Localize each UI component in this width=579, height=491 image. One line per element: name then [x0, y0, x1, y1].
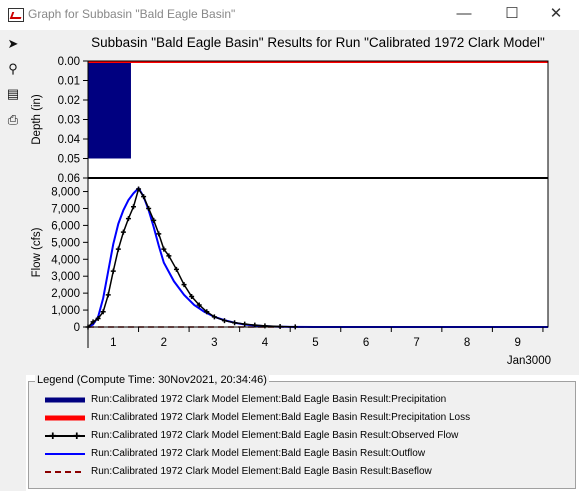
x-period-label: Jan3000	[507, 355, 551, 367]
x-tick-label: 8	[464, 337, 470, 349]
depth-tick-label: 0.05	[58, 154, 80, 166]
legend-label-observed-flow: Run:Calibrated 1972 Clark Model Element:…	[91, 430, 459, 441]
depth-tick-label: 0.06	[58, 173, 80, 185]
window-title: Graph for Subbasin "Bald Eagle Basin"	[28, 7, 236, 21]
chart-title: Subbasin "Bald Eagle Basin" Results for …	[91, 35, 545, 50]
depth-axis-label: Depth (in)	[31, 94, 43, 145]
flow-tick-label: 1,000	[51, 305, 80, 317]
flow-tick-label: 5,000	[51, 237, 80, 249]
graph-app-icon	[8, 8, 24, 22]
flow-axis-label: Flow (cfs)	[31, 227, 43, 277]
svg-text:✚: ✚	[73, 431, 81, 441]
legend-swatch-outflow	[45, 453, 85, 455]
zoom-magnifier-icon[interactable]: ⚲	[3, 59, 23, 79]
chart-area: Subbasin "Bald Eagle Basin" Results for …	[26, 30, 579, 375]
flow-tick-label: 3,000	[51, 271, 80, 283]
legend-label-baseflow: Run:Calibrated 1972 Clark Model Element:…	[91, 466, 432, 477]
maximize-button[interactable]: ☐	[489, 3, 535, 27]
x-tick-label: 1	[110, 337, 116, 349]
x-tick-label: 2	[161, 337, 167, 349]
chart-svg: Subbasin "Bald Eagle Basin" Results for …	[31, 35, 551, 367]
x-tick-label: 4	[262, 337, 269, 349]
legend-panel: Legend (Compute Time: 30Nov2021, 20:34:4…	[28, 374, 576, 489]
depth-tick-label: 0.04	[58, 134, 81, 146]
x-tick-label: 6	[363, 337, 369, 349]
flow-tick-label: 7,000	[51, 203, 80, 215]
x-tick-label: 3	[211, 337, 217, 349]
flow-tick-label: 8,000	[51, 187, 80, 199]
depth-tick-label: 0.00	[58, 56, 80, 68]
depth-tick-label: 0.03	[58, 115, 80, 127]
print-icon[interactable]: ⎙	[3, 110, 23, 130]
depth-tick-label: 0.02	[58, 95, 80, 107]
legend-label-outflow: Run:Calibrated 1972 Clark Model Element:…	[91, 448, 426, 459]
flow-tick-label: 0	[74, 322, 80, 334]
legend-caption: Legend (Compute Time: 30Nov2021, 20:34:4…	[35, 374, 269, 386]
legend-swatch-precipitation	[45, 397, 85, 403]
minimize-button[interactable]: —	[441, 3, 487, 27]
svg-text:✚: ✚	[49, 431, 57, 441]
depth-tick-label: 0.01	[58, 76, 80, 88]
legend-label-precipitation-loss: Run:Calibrated 1972 Clark Model Element:…	[91, 412, 471, 423]
flow-tick-label: 2,000	[51, 288, 80, 300]
plot-background	[88, 61, 548, 327]
legend-swatch-precipitation-loss	[45, 415, 85, 421]
properties-icon[interactable]: ▤	[3, 84, 23, 104]
legend-label-precipitation: Run:Calibrated 1972 Clark Model Element:…	[91, 394, 447, 405]
select-arrow-icon[interactable]: ➤	[3, 34, 23, 54]
flow-tick-label: 6,000	[51, 220, 80, 232]
legend-swatch-baseflow	[45, 471, 85, 473]
precipitation-bar	[88, 61, 131, 159]
x-tick-label: 7	[413, 337, 419, 349]
close-button[interactable]: ✕	[533, 3, 579, 27]
title-bar: Graph for Subbasin "Bald Eagle Basin" — …	[0, 0, 579, 30]
graph-toolbar: ➤ ⚲ ▤ ⎙	[0, 30, 26, 491]
flow-tick-label: 4,000	[51, 254, 80, 266]
x-tick-label: 9	[514, 337, 520, 349]
legend-swatch-observed-flow: ✚ ✚	[45, 431, 85, 441]
x-tick-label: 5	[312, 337, 318, 349]
